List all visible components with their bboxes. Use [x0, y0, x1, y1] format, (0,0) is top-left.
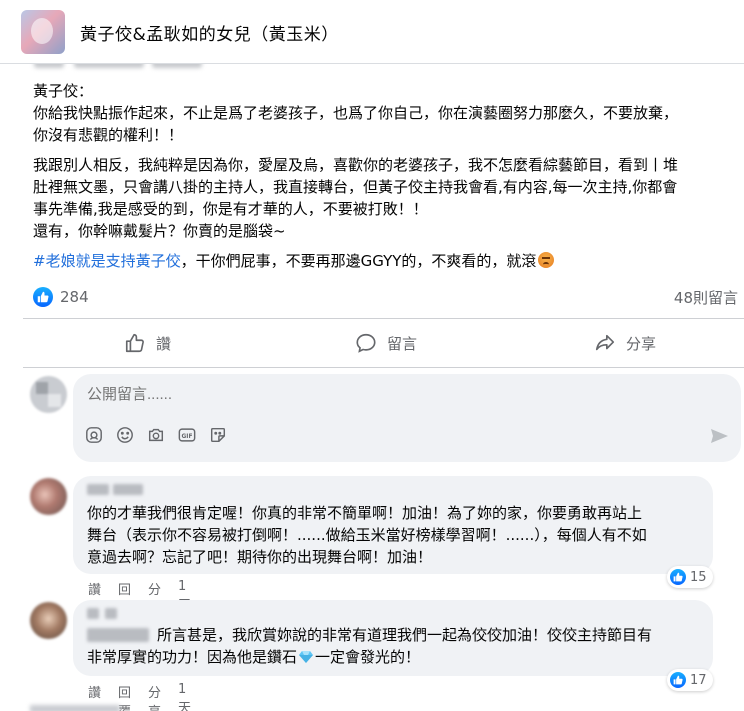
post-paragraph: 我跟別人相反，我純粹是因為你，愛屋及烏，喜歡你的老婆孩子，我不怎麼看綜藝節目，看…	[33, 156, 679, 240]
post-paragraph: 黃子佼： 你給我快點振作起來，不止是爲了老婆孩子，也爲了你自己，你在演藝圈努力那…	[33, 82, 679, 144]
comment-bubble: 所言甚是，我欣賞妳說的非常有道理我們一起為佼佼加油！佼佼主持節目有 非常厚實的功…	[73, 600, 713, 676]
emoji-icon[interactable]	[116, 426, 134, 444]
page-title[interactable]: 黃子佼&孟耿如的女兒（黃玉米）	[80, 20, 339, 45]
page-avatar[interactable]	[21, 10, 65, 54]
comment-bubble-icon	[356, 333, 376, 353]
comment-input[interactable]	[87, 386, 667, 403]
comment-reaction-count[interactable]: 15	[667, 566, 713, 588]
sticker-icon[interactable]	[209, 426, 227, 444]
avatar-sticker-icon[interactable]	[85, 426, 103, 444]
composer-toolbar: GIF	[85, 426, 227, 444]
comment-button[interactable]: 留言	[355, 332, 417, 354]
reactions-summary[interactable]: 284	[33, 287, 89, 307]
comment-reaction-count[interactable]: 17	[667, 669, 713, 691]
comment-count[interactable]: 48則留言	[674, 287, 738, 308]
svg-text:GIF: GIF	[182, 434, 193, 440]
camera-icon[interactable]	[147, 426, 165, 444]
post-body: 黃子佼： 你給我快點振作起來，不止是爲了老婆孩子，也爲了你自己，你在演藝圈努力那…	[33, 80, 741, 280]
divider	[23, 318, 744, 319]
comment-timestamp[interactable]: 1天	[178, 682, 191, 711]
comment-text: 所言甚是，我欣賞妳說的非常有道理我們一起為佼佼加油！佼佼主持節目有 非常厚實的功…	[87, 626, 653, 666]
reaction-count: 284	[60, 288, 89, 306]
like-reaction-icon	[33, 287, 53, 307]
like-button[interactable]: 讚	[124, 332, 171, 354]
share-arrow-icon	[595, 334, 615, 351]
comment-composer[interactable]: GIF	[73, 374, 741, 462]
comment-text: 你的才華我們很肯定喔！你真的非常不簡單啊！加油！為了妳的家，你要勇敢再站上 舞台…	[87, 504, 647, 566]
send-icon[interactable]	[709, 426, 729, 450]
like-reaction-icon	[670, 672, 686, 688]
comment-bubble: 你的才華我們很肯定喔！你真的非常不簡單啊！加油！為了妳的家，你要勇敢再站上 舞台…	[73, 476, 713, 574]
comment-share-link[interactable]: 分享	[148, 682, 161, 711]
angry-face-icon	[538, 252, 555, 268]
divider	[23, 367, 744, 368]
hashtag-link[interactable]: #老娘就是支持黃子佼	[33, 252, 181, 270]
post-paragraph: #老娘就是支持黃子佼，干你們屁事，不要再那邊GGYY的，不爽看的，就滾	[33, 250, 741, 272]
like-reaction-icon	[670, 569, 686, 585]
next-comment-blurred	[30, 705, 120, 711]
commenter-avatar[interactable]	[30, 602, 67, 639]
mentioned-user-blurred[interactable]	[87, 628, 149, 642]
gif-icon[interactable]: GIF	[178, 426, 196, 444]
share-button[interactable]: 分享	[594, 332, 656, 354]
current-user-avatar[interactable]	[30, 376, 67, 413]
gem-icon	[299, 651, 314, 663]
thumbs-up-icon	[125, 333, 144, 353]
page-header: 黃子佼&孟耿如的女兒（黃玉米）	[0, 0, 744, 64]
commenter-avatar[interactable]	[30, 478, 67, 515]
